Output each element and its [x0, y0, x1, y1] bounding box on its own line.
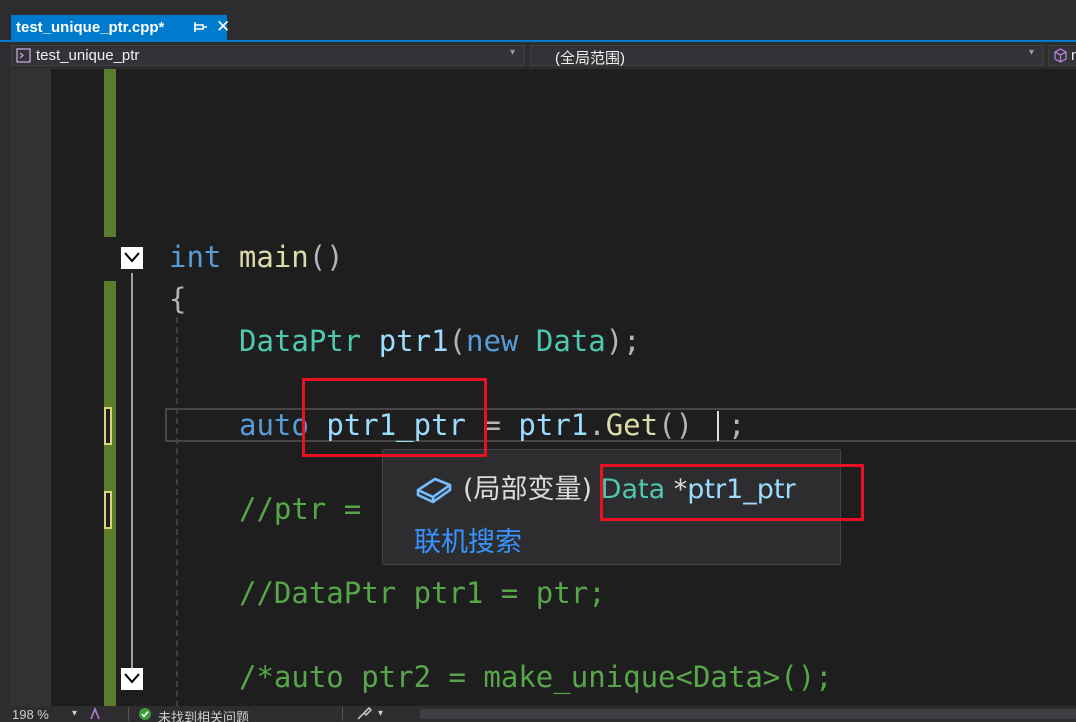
- collapse-icon[interactable]: [121, 247, 143, 269]
- symbol-kind: (局部变量): [463, 474, 593, 505]
- local-variable-icon: [415, 470, 453, 504]
- project-dropdown[interactable]: test_unique_ptr ▾: [11, 45, 525, 66]
- variable-name: ptr1: [518, 408, 589, 442]
- code-line-main[interactable]: int main(): [169, 240, 344, 274]
- variable-name: ptr1: [378, 324, 449, 358]
- unsaved-change-marker: [104, 407, 112, 445]
- code-line-comment[interactable]: /*auto ptr2 = make_unique<Data>();: [239, 660, 833, 694]
- check-icon: [138, 707, 152, 722]
- zoom-level[interactable]: 198 %: [12, 707, 49, 722]
- punctuation: (: [448, 324, 466, 358]
- code-line-comment[interactable]: //DataPtr ptr1 = ptr;: [239, 576, 606, 610]
- chevron-down-icon[interactable]: ▾: [378, 708, 383, 719]
- glyph-margin[interactable]: [11, 69, 51, 706]
- punctuation: (): [308, 240, 344, 274]
- status-separator: [342, 707, 343, 721]
- unsaved-change-marker: [104, 491, 112, 529]
- function-name: Get: [605, 408, 659, 442]
- type-name: Data: [535, 324, 606, 358]
- keyword: new: [466, 324, 519, 358]
- scope-name: (全局范围): [555, 50, 625, 67]
- project-icon: [16, 48, 31, 63]
- issues-status[interactable]: 未找到相关问题: [158, 707, 249, 722]
- cube-icon: [1053, 48, 1068, 63]
- keyword: int: [169, 240, 222, 274]
- chevron-down-icon: ▾: [1029, 47, 1035, 58]
- chevron-down-icon: ▾: [510, 47, 516, 58]
- punctuation: );: [605, 324, 641, 358]
- intellicode-icon[interactable]: [88, 706, 102, 722]
- punctuation: {: [169, 282, 187, 316]
- status-separator: [128, 707, 129, 721]
- close-icon[interactable]: ✕: [216, 18, 230, 36]
- saved-change-bar: [104, 69, 116, 237]
- highlight-box-variable: [302, 378, 487, 457]
- text-caret: [717, 411, 719, 441]
- project-name: test_unique_ptr: [36, 47, 140, 64]
- online-search-link[interactable]: 联机搜索: [414, 520, 522, 559]
- editor-status-bar: 198 % ▾ 未找到相关问题 ▾: [0, 706, 1076, 722]
- editor-left-border: [0, 69, 11, 706]
- code-line-ptr1-decl[interactable]: DataPtr ptr1(new Data);: [239, 324, 641, 358]
- code-editor[interactable]: int main() { DataPtr ptr1(new Data); aut…: [0, 69, 1076, 706]
- collapse-icon[interactable]: [121, 668, 143, 690]
- indent-guide: [176, 317, 178, 706]
- code-line-comment[interactable]: //ptr =: [239, 492, 379, 526]
- chevron-down-icon[interactable]: ▾: [72, 708, 77, 719]
- horizontal-scrollbar[interactable]: [420, 709, 1076, 719]
- brush-icon[interactable]: [356, 706, 373, 722]
- function-name: main: [238, 240, 309, 274]
- keyword: auto: [239, 408, 309, 442]
- outlining-line: [131, 273, 133, 673]
- punctuation: (): [658, 408, 694, 442]
- pin-icon[interactable]: [194, 19, 208, 35]
- punctuation: ;: [727, 408, 746, 442]
- member-name: m: [1071, 47, 1076, 64]
- navigation-bar: test_unique_ptr ▾ (全局范围) ▾ m: [0, 42, 1076, 69]
- tab-title: test_unique_ptr.cpp*: [16, 19, 165, 36]
- punctuation: .: [588, 408, 606, 442]
- type-name: DataPtr: [239, 324, 362, 358]
- tab-test-unique-ptr-cpp[interactable]: test_unique_ptr.cpp* ✕: [11, 15, 230, 40]
- highlight-box-type: [600, 464, 864, 521]
- member-dropdown[interactable]: m: [1048, 45, 1076, 66]
- document-tab-strip: test_unique_ptr.cpp* ✕: [0, 0, 1076, 40]
- scope-dropdown[interactable]: (全局范围) ▾: [530, 45, 1044, 67]
- code-line-open-brace[interactable]: {: [169, 282, 186, 316]
